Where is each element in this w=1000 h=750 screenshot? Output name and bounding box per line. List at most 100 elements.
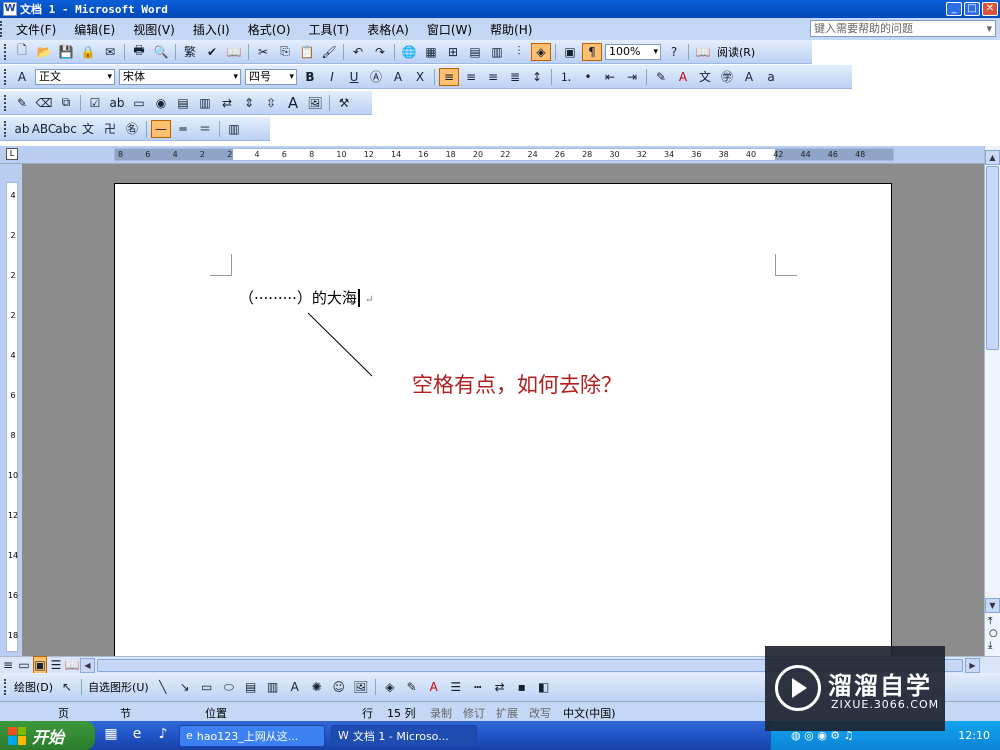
ruler-track[interactable]: 8 6 4 2 2 4 6 8 10 12 14 16 18 20 22 24 26 28 30 32 34 36 38 40… bbox=[114, 148, 894, 161]
copy-icon[interactable]: ⎘ bbox=[275, 43, 295, 61]
toggle-icon[interactable]: ⇄ bbox=[217, 94, 237, 112]
command-button-icon[interactable]: ▭ bbox=[129, 94, 149, 112]
align-center-icon[interactable]: ≡ bbox=[461, 68, 481, 86]
permission-icon[interactable]: 🔒 bbox=[78, 43, 98, 61]
next-page-icon[interactable]: ⤓ bbox=[988, 640, 992, 651]
help-icon[interactable]: ? bbox=[664, 43, 684, 61]
new-document-icon[interactable]: 🗋 bbox=[12, 43, 32, 61]
insert-picture-icon[interactable]: 🖼 bbox=[351, 678, 371, 696]
scrollbar-control-icon[interactable]: ⇳ bbox=[261, 94, 281, 112]
grow-font-icon[interactable]: A bbox=[739, 68, 759, 86]
email-icon[interactable]: ✉ bbox=[100, 43, 120, 61]
strikethrough-icon[interactable]: abc bbox=[55, 120, 77, 138]
browse-object-icon[interactable]: ○ bbox=[989, 628, 998, 639]
oval-tool-icon[interactable]: ⬭ bbox=[219, 678, 239, 696]
column-layout-icon[interactable]: ▥ bbox=[224, 120, 244, 138]
cut-icon[interactable]: ✂ bbox=[253, 43, 273, 61]
shrink-font-icon[interactable]: a bbox=[761, 68, 781, 86]
scroll-right-icon[interactable]: ▶ bbox=[965, 657, 980, 673]
menu-table[interactable]: 表格(A) bbox=[358, 21, 418, 38]
spin-icon[interactable]: ⇕ bbox=[239, 94, 259, 112]
paste-icon[interactable]: 📋 bbox=[297, 43, 317, 61]
maximize-button[interactable]: □ bbox=[964, 2, 980, 16]
underline-icon[interactable]: U bbox=[344, 68, 364, 86]
textbox-icon[interactable]: ▤ bbox=[241, 678, 261, 696]
minimize-button[interactable]: _ bbox=[946, 2, 962, 16]
read-button[interactable]: 阅读(R) bbox=[714, 44, 758, 60]
enclosed-char-icon[interactable]: ㊔ bbox=[122, 120, 142, 138]
vertical-ruler[interactable]: 4 2 2 2 4 6 8 10 12 14 16 18 bbox=[0, 164, 22, 656]
redo-icon[interactable]: ↷ bbox=[370, 43, 390, 61]
merge-icon[interactable]: ⧉ bbox=[56, 94, 76, 112]
media-icon[interactable]: ♪ bbox=[153, 726, 173, 746]
print-icon[interactable]: 🖶 bbox=[129, 43, 149, 61]
3d-icon[interactable]: ◧ bbox=[534, 678, 554, 696]
abc-icon[interactable]: ABC bbox=[32, 120, 57, 138]
outline-view-icon[interactable]: ☰ bbox=[49, 656, 63, 674]
menu-window[interactable]: 窗口(W) bbox=[418, 21, 481, 38]
help-search-input[interactable]: 键入需要帮助的问题 ▾ bbox=[810, 20, 996, 37]
insert-table-icon[interactable]: ⊞ bbox=[443, 43, 463, 61]
title-bar[interactable]: W 文档 1 - Microsoft Word _ □ ✕ bbox=[0, 0, 1000, 18]
character-border-icon[interactable]: Ⓐ bbox=[366, 68, 386, 86]
thumbnails-icon[interactable]: ▣ bbox=[560, 43, 580, 61]
phonetic-guide-icon[interactable]: 文 bbox=[695, 68, 715, 86]
chevron-down-icon[interactable]: ▾ bbox=[986, 21, 992, 36]
menu-edit[interactable]: 编辑(E) bbox=[65, 21, 124, 38]
menu-tools[interactable]: 工具(T) bbox=[300, 21, 359, 38]
previous-page-icon[interactable]: ⤒ bbox=[988, 616, 992, 627]
toolbar-grip[interactable] bbox=[4, 94, 7, 111]
traditional-chinese-icon[interactable]: 繁 bbox=[180, 43, 200, 61]
diagram-icon[interactable]: ✺ bbox=[307, 678, 327, 696]
line-color-icon[interactable]: ✎ bbox=[402, 678, 422, 696]
print-layout-icon[interactable]: ▣ bbox=[33, 656, 47, 674]
style-select[interactable]: 正文 ▾ bbox=[35, 68, 115, 85]
scroll-down-icon[interactable]: ▼ bbox=[985, 598, 1000, 613]
double-line-icon[interactable]: ═ bbox=[173, 120, 193, 138]
wordart-icon[interactable]: A bbox=[285, 678, 305, 696]
tab-selector-icon[interactable]: L bbox=[6, 148, 18, 160]
shadow-icon[interactable]: ▪ bbox=[512, 678, 532, 696]
ie-icon[interactable]: e bbox=[127, 726, 147, 746]
menu-help[interactable]: 帮助(H) bbox=[481, 21, 541, 38]
zoom-select[interactable]: 100% ▾ bbox=[605, 43, 661, 60]
phonetic-icon[interactable]: ab bbox=[12, 120, 32, 138]
align-justify-icon[interactable]: ≡ bbox=[439, 67, 459, 86]
highlight-icon[interactable]: ✎ bbox=[651, 68, 671, 86]
font-color-icon[interactable]: A bbox=[673, 68, 693, 86]
tables-borders-icon[interactable]: ▦ bbox=[421, 43, 441, 61]
vertical-ruler-track[interactable]: 4 2 2 2 4 6 8 10 12 14 16 18 bbox=[6, 182, 18, 652]
menu-insert[interactable]: 插入(I) bbox=[184, 21, 239, 38]
task-browser[interactable]: e hao123_上网从这... bbox=[179, 724, 325, 747]
print-preview-icon[interactable]: 🔍 bbox=[151, 43, 171, 61]
task-word[interactable]: W 文档 1 - Microso... bbox=[331, 724, 477, 747]
status-record[interactable]: 录制 bbox=[430, 705, 452, 721]
document-area[interactable]: （·········）的大海 ↵ 空格有点，如何去除？ bbox=[22, 164, 984, 663]
autoshapes-button[interactable]: 自选图形(U) bbox=[85, 679, 152, 695]
status-overtype[interactable]: 改写 bbox=[529, 705, 551, 721]
draw-table-icon[interactable]: ✎ bbox=[12, 94, 32, 112]
distributed-icon[interactable]: ≣ bbox=[505, 68, 525, 86]
align-right-icon[interactable]: ≡ bbox=[483, 68, 503, 86]
reading-mode-icon[interactable]: 📖 bbox=[693, 43, 713, 61]
bullets-icon[interactable]: • bbox=[578, 68, 598, 86]
research-icon[interactable]: 📖 bbox=[224, 43, 244, 61]
character-shading-icon[interactable]: A bbox=[388, 68, 408, 86]
vertical-scrollbar[interactable]: ▲ ▼ ⤒ ○ ⤓ bbox=[984, 146, 1000, 656]
drawing-icon[interactable]: ⫶ bbox=[509, 43, 529, 61]
arrow-tool-icon[interactable]: ↘ bbox=[175, 678, 195, 696]
tools-icon[interactable]: ⚒ bbox=[334, 94, 354, 112]
menu-grip[interactable] bbox=[0, 21, 3, 37]
character-scaling-icon[interactable]: X bbox=[410, 68, 430, 86]
font-select[interactable]: 宋体 ▾ bbox=[119, 68, 241, 85]
listbox-icon[interactable]: ▤ bbox=[173, 94, 193, 112]
wen-icon[interactable]: 文 bbox=[78, 120, 98, 138]
rectangle-tool-icon[interactable]: ▭ bbox=[197, 678, 217, 696]
close-button[interactable]: ✕ bbox=[982, 2, 998, 16]
combobox-icon[interactable]: ▥ bbox=[195, 94, 215, 112]
italic-icon[interactable]: I bbox=[322, 68, 342, 86]
reading-view-icon[interactable]: 📖 bbox=[65, 656, 80, 674]
undo-icon[interactable]: ↶ bbox=[348, 43, 368, 61]
increase-indent-icon[interactable]: ⇥ bbox=[622, 68, 642, 86]
spelling-icon[interactable]: ✔ bbox=[202, 43, 222, 61]
